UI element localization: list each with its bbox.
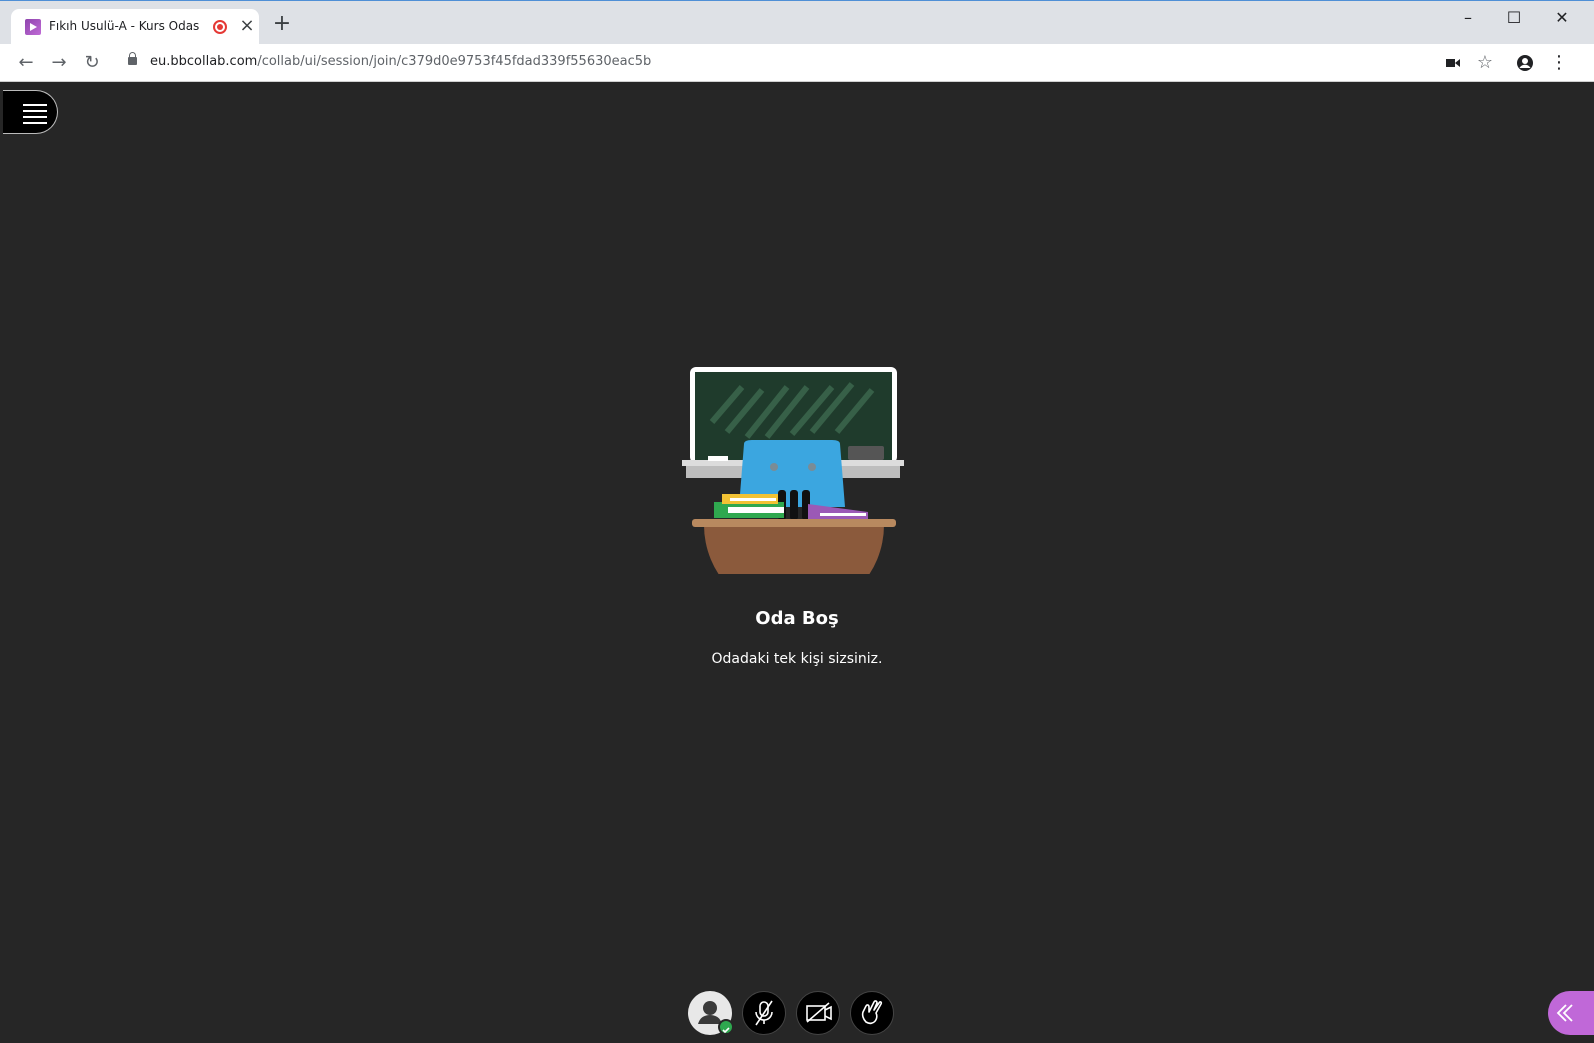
minimize-window-button[interactable]: –: [1448, 5, 1488, 31]
camera-off-icon: [806, 1002, 832, 1023]
share-video-button[interactable]: [796, 991, 840, 1035]
address-bar[interactable]: eu.bbcollab.com/collab/ui/session/join/c…: [116, 48, 1526, 78]
camera-in-use-icon[interactable]: [1440, 50, 1466, 76]
tab-title: Fıkıh Usulü-A - Kurs Odası - I: [49, 19, 199, 33]
browser-toolbar: ← → ↻ eu.bbcollab.com/collab/ui/session/…: [0, 44, 1594, 82]
open-collaborate-panel-button[interactable]: [1548, 991, 1594, 1035]
tab-close-icon[interactable]: ×: [237, 15, 257, 36]
forward-arrow-icon[interactable]: →: [46, 50, 72, 76]
close-window-button[interactable]: ✕: [1542, 5, 1582, 31]
reload-icon[interactable]: ↻: [79, 50, 105, 76]
recording-indicator-icon: [213, 20, 227, 34]
empty-room-illustration: [682, 367, 904, 574]
browser-tab[interactable]: Fıkıh Usulü-A - Kurs Odası - I ×: [11, 9, 259, 45]
lock-icon: [128, 52, 137, 65]
empty-room-message: Odadaki tek kişi sizsiniz.: [711, 651, 883, 667]
profile-icon[interactable]: [1512, 50, 1538, 76]
bookmark-star-icon[interactable]: ☆: [1472, 50, 1498, 76]
browser-menu-icon[interactable]: ⋮: [1546, 50, 1572, 76]
menu-icon-bar: [23, 116, 47, 118]
share-audio-button[interactable]: [742, 991, 786, 1035]
url-text: eu.bbcollab.com/collab/ui/session/join/c…: [150, 54, 652, 69]
raise-hand-icon: [861, 1000, 883, 1025]
browser-tab-strip: Fıkıh Usulü-A - Kurs Odası - I × + – ☐ ✕: [0, 0, 1594, 45]
collaborate-favicon-icon: [25, 19, 41, 35]
chevron-left-double-icon: [1556, 1004, 1573, 1022]
menu-icon-bar: [23, 110, 47, 112]
new-tab-button[interactable]: +: [270, 13, 294, 35]
maximize-window-button[interactable]: ☐: [1494, 5, 1534, 31]
menu-icon-bar: [23, 104, 47, 106]
menu-icon-bar: [23, 122, 47, 124]
empty-room-title: Oda Boş: [755, 608, 839, 629]
available-status-icon: [718, 1019, 734, 1035]
my-status-button[interactable]: [688, 991, 734, 1035]
microphone-muted-icon: [755, 1000, 773, 1026]
raise-hand-button[interactable]: [850, 991, 894, 1035]
back-arrow-icon[interactable]: ←: [13, 50, 39, 76]
session-menu-button[interactable]: [3, 90, 58, 134]
